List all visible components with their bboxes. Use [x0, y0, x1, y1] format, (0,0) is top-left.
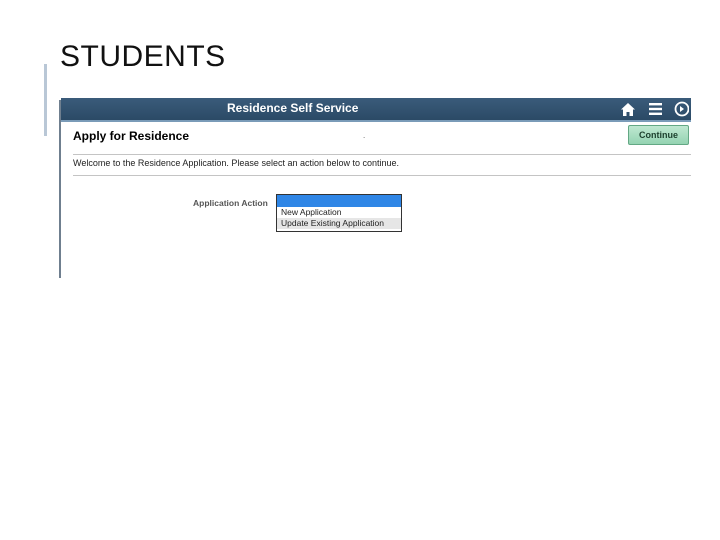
residence-app-screenshot: Residence Self Service Apply for Residen…: [61, 98, 691, 278]
navigation-icon[interactable]: [673, 100, 689, 118]
slide-title: STUDENTS: [60, 40, 226, 73]
continue-button[interactable]: Continue: [628, 125, 689, 145]
app-banner: Residence Self Service: [61, 98, 691, 122]
application-action-select[interactable]: New Application Update Existing Applicat…: [276, 194, 402, 232]
home-icon[interactable]: [619, 100, 637, 118]
option-blank[interactable]: [277, 195, 401, 207]
menu-icon[interactable]: [646, 100, 664, 118]
page-title: Apply for Residence: [73, 129, 190, 143]
option-update-existing-application[interactable]: Update Existing Application: [277, 218, 401, 229]
application-action-label: Application Action: [193, 198, 268, 208]
separator-dot: .: [363, 131, 366, 140]
divider: [73, 154, 691, 155]
option-new-application[interactable]: New Application: [277, 207, 401, 218]
banner-title: Residence Self Service: [227, 101, 359, 115]
welcome-message: Welcome to the Residence Application. Pl…: [73, 158, 400, 168]
divider: [73, 175, 691, 176]
slide-accent-bar: [44, 64, 47, 136]
